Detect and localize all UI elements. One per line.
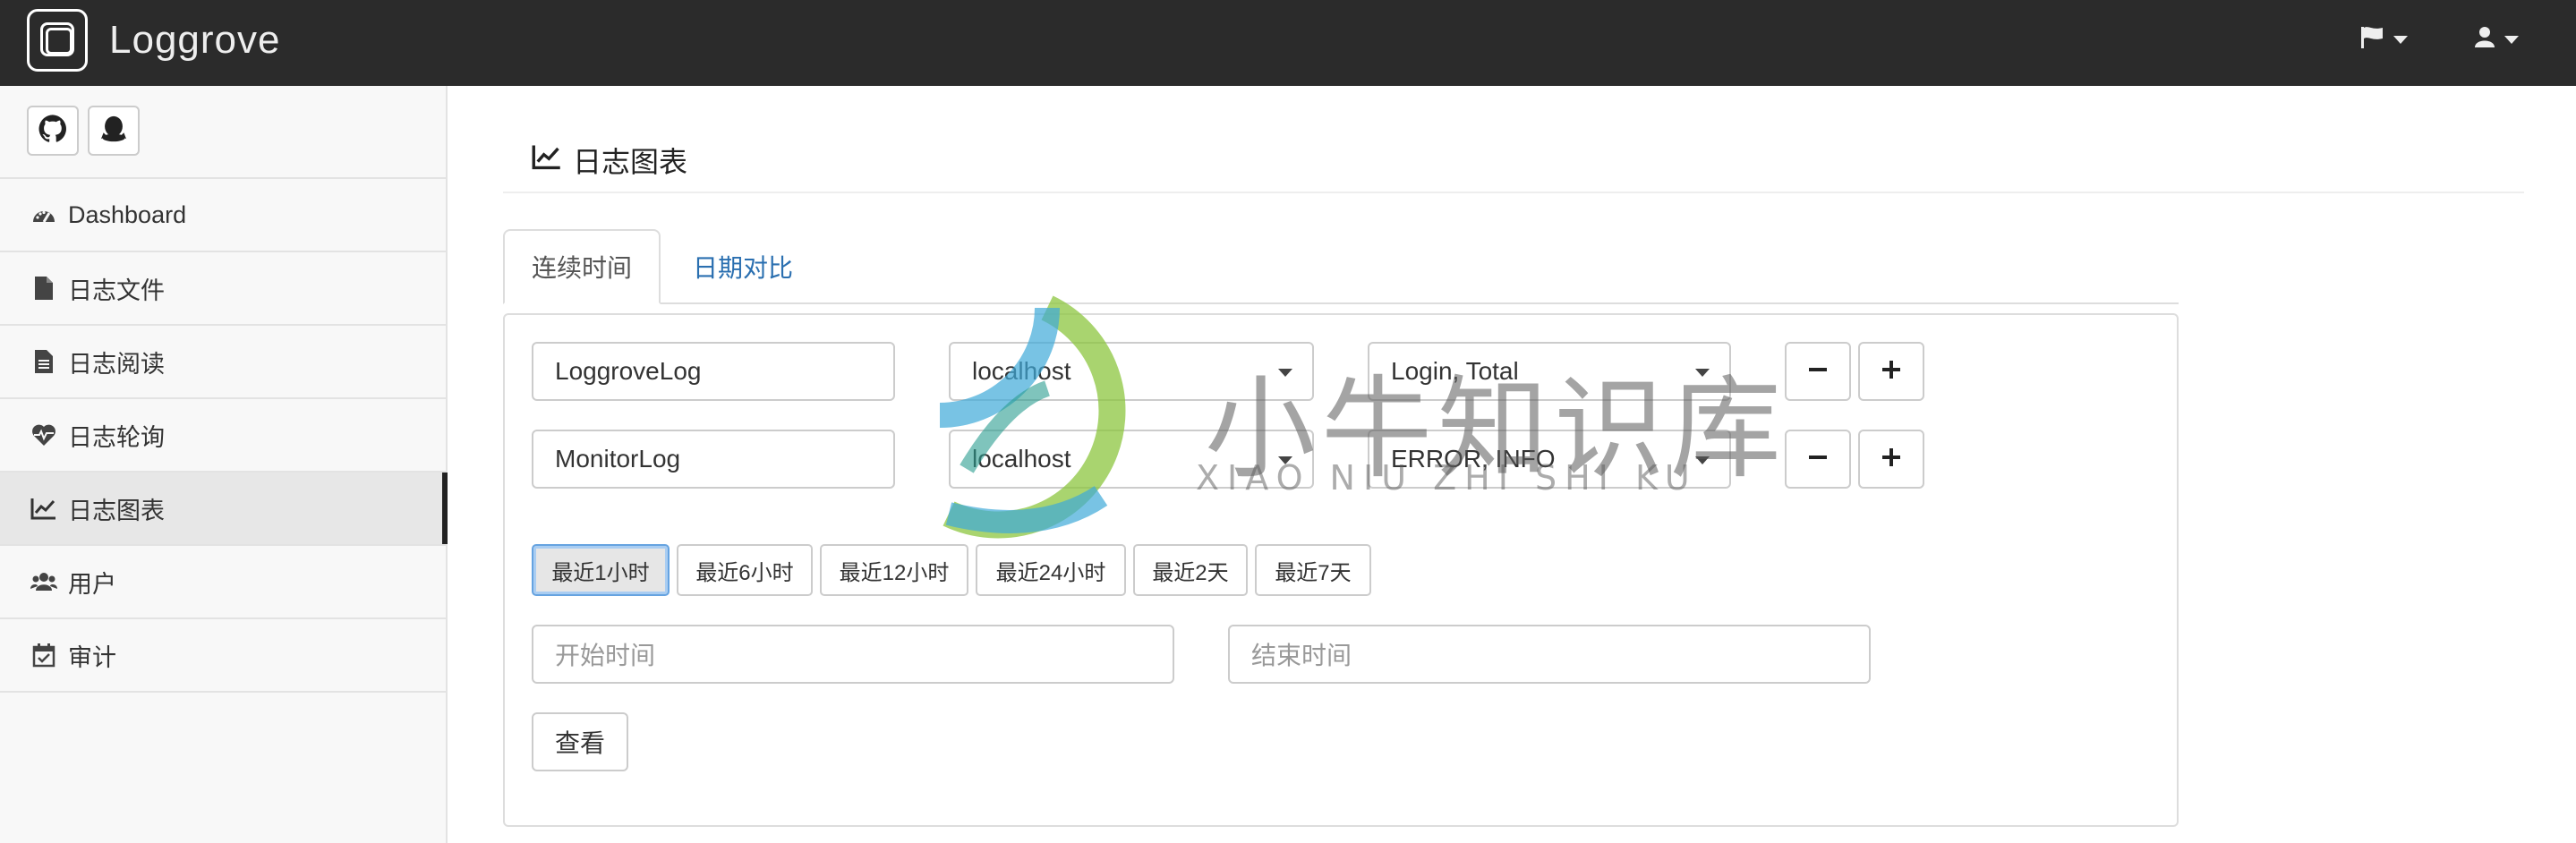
line-chart-icon bbox=[30, 495, 57, 522]
file-text-icon bbox=[30, 348, 57, 375]
sidebar-item-log-chart[interactable]: 日志图表 bbox=[0, 473, 448, 546]
sidebar-item-log-polling[interactable]: 日志轮询 bbox=[0, 399, 448, 473]
sidebar-item-label: Dashboard bbox=[68, 200, 187, 228]
sidebar-item-label: 审计 bbox=[68, 643, 116, 671]
github-button[interactable] bbox=[27, 106, 79, 156]
add-row-button[interactable] bbox=[1858, 342, 1924, 401]
log-name-input[interactable]: LoggroveLog bbox=[532, 342, 895, 401]
chevron-down-icon bbox=[2393, 36, 2408, 44]
page-title: 日志图表 bbox=[532, 140, 687, 181]
end-time-placeholder: 结束时间 bbox=[1251, 642, 1352, 669]
range-7d-button[interactable]: 最近7天 bbox=[1255, 544, 1371, 596]
sidebar: Dashboard 日志文件 日志阅读 日志轮询 日志图表 用户 审计 bbox=[0, 86, 448, 843]
sidebar-item-users[interactable]: 用户 bbox=[0, 546, 448, 619]
minus-icon bbox=[1808, 447, 1828, 472]
sidebar-item-label: 日志图表 bbox=[68, 497, 165, 524]
heartbeat-icon bbox=[30, 422, 57, 448]
host-value: localhost bbox=[972, 357, 1071, 385]
divider bbox=[503, 192, 2524, 193]
log-name-value: LoggroveLog bbox=[555, 357, 702, 385]
range-2d-button[interactable]: 最近2天 bbox=[1133, 544, 1248, 596]
sidebar-item-label: 日志文件 bbox=[68, 277, 165, 304]
minus-icon bbox=[1808, 360, 1828, 384]
flag-icon bbox=[2359, 25, 2384, 55]
user-dropdown[interactable] bbox=[2474, 25, 2519, 55]
range-1h-button[interactable]: 最近1小时 bbox=[532, 544, 670, 596]
qq-penguin-icon bbox=[98, 114, 129, 149]
sidebar-item-label: 日志轮询 bbox=[68, 423, 165, 451]
range-12h-button[interactable]: 最近12小时 bbox=[820, 544, 968, 596]
log-name-input[interactable]: MonitorLog bbox=[532, 430, 895, 489]
sidebar-nav: Dashboard 日志文件 日志阅读 日志轮询 日志图表 用户 审计 bbox=[0, 177, 448, 693]
log-name-value: MonitorLog bbox=[555, 445, 681, 473]
calendar-check-icon bbox=[30, 642, 57, 668]
line-chart-icon bbox=[532, 143, 562, 177]
file-icon bbox=[30, 275, 57, 302]
watermark-subtext: XIAO NIU ZHI SHI KU bbox=[1196, 458, 1698, 498]
qq-button[interactable] bbox=[88, 106, 140, 156]
brand-name[interactable]: Loggrove bbox=[109, 18, 280, 63]
sidebar-item-log-reading[interactable]: 日志阅读 bbox=[0, 326, 448, 399]
dashboard-icon bbox=[30, 201, 57, 228]
top-navbar: Loggrove bbox=[0, 0, 2576, 86]
users-icon bbox=[30, 568, 57, 595]
user-icon bbox=[2474, 25, 2495, 55]
page-title-text: 日志图表 bbox=[573, 146, 688, 178]
language-dropdown[interactable] bbox=[2359, 25, 2408, 55]
end-time-input[interactable]: 结束时间 bbox=[1228, 625, 1871, 684]
tab-continuous-time[interactable]: 连续时间 bbox=[503, 229, 661, 304]
remove-row-button[interactable] bbox=[1785, 430, 1851, 489]
start-time-placeholder: 开始时间 bbox=[555, 642, 656, 669]
sidebar-item-audit[interactable]: 审计 bbox=[0, 619, 448, 693]
sidebar-item-log-files[interactable]: 日志文件 bbox=[0, 252, 448, 326]
range-24h-button[interactable]: 最近24小时 bbox=[976, 544, 1126, 596]
plus-icon bbox=[1881, 360, 1901, 384]
chevron-down-icon bbox=[2504, 36, 2519, 44]
range-6h-button[interactable]: 最近6小时 bbox=[677, 544, 813, 596]
host-value: localhost bbox=[972, 445, 1071, 473]
remove-row-button[interactable] bbox=[1785, 342, 1851, 401]
sidebar-item-label: 用户 bbox=[68, 570, 116, 598]
add-row-button[interactable] bbox=[1858, 430, 1924, 489]
view-button[interactable]: 查看 bbox=[532, 712, 628, 771]
sidebar-item-label: 日志阅读 bbox=[68, 350, 165, 378]
start-time-input[interactable]: 开始时间 bbox=[532, 625, 1174, 684]
sidebar-item-dashboard[interactable]: Dashboard bbox=[0, 179, 448, 252]
tab-date-compare[interactable]: 日期对比 bbox=[680, 229, 806, 304]
logo[interactable] bbox=[27, 9, 88, 72]
github-icon bbox=[38, 114, 68, 149]
plus-icon bbox=[1881, 447, 1901, 472]
